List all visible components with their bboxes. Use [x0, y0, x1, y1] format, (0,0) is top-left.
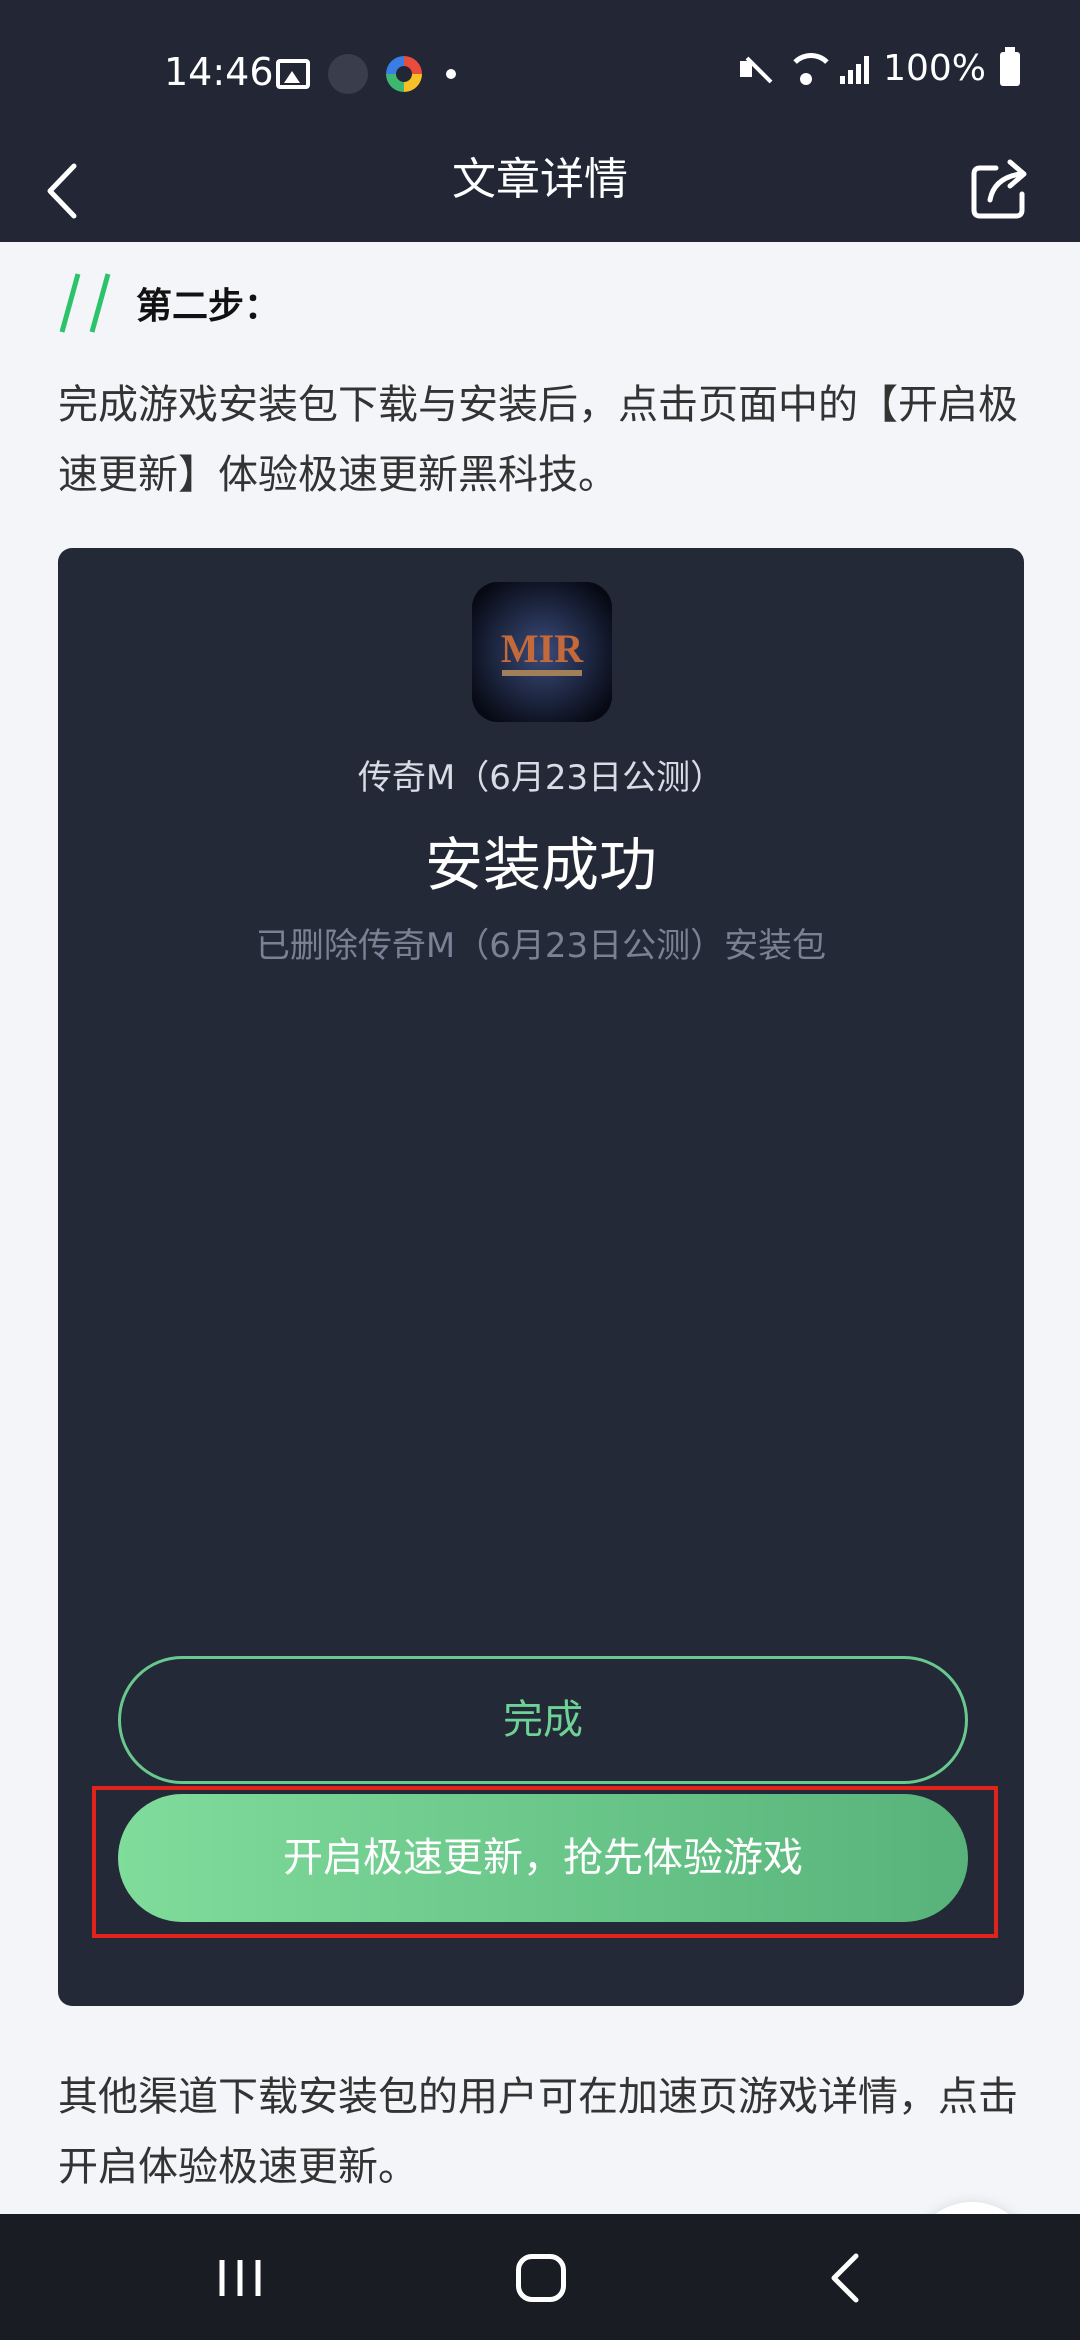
battery-icon [1000, 46, 1020, 86]
system-nav-bar [0, 2214, 1080, 2340]
more-notifications-icon [446, 69, 456, 79]
app-notification-icon [328, 54, 368, 94]
status-time: 14:46 [164, 50, 274, 94]
screenshot-card: MIR 传奇M（6月23日公测） 安装成功 已删除传奇M（6月23日公测）安装包… [58, 548, 1024, 2006]
done-button[interactable]: 完成 [118, 1656, 968, 1784]
home-icon[interactable] [516, 2254, 566, 2302]
color-app-icon [386, 56, 422, 92]
share-icon[interactable] [966, 154, 1036, 224]
paragraph-1: 完成游戏安装包下载与安装后，点击页面中的【开启极速更新】体验极速更新黑科技。 [58, 382, 1018, 498]
install-success-title: 安装成功 [424, 831, 657, 899]
wifi-icon [786, 52, 837, 85]
game-logo-text: MIR [501, 626, 584, 671]
game-icon: MIR [472, 582, 612, 722]
double-slash-icon [59, 273, 111, 333]
app-header: 文章详情 [0, 150, 1080, 242]
recent-apps-icon[interactable] [216, 2256, 264, 2300]
paragraph-2: 其他渠道下载安装包的用户可在加速页游戏详情，点击开启体验极速更新。 [58, 2074, 1018, 2190]
install-subtitle: 已删除传奇M（6月23日公测）安装包 [255, 926, 827, 966]
step-heading: 第二步： [58, 270, 280, 336]
game-name: 传奇M（6月23日公测） [357, 758, 725, 798]
status-bar: 14:46 100% [0, 0, 1080, 150]
battery-percent: 100% [883, 48, 986, 89]
gallery-icon [276, 59, 310, 89]
page-title: 文章详情 [452, 154, 628, 205]
mute-icon [738, 52, 772, 86]
system-indicators: 100% [738, 46, 1020, 89]
nav-back-icon[interactable] [826, 2252, 866, 2304]
step-title: 第二步： [136, 286, 281, 327]
notification-icons [276, 54, 456, 94]
game-logo-icon: MIR [472, 582, 612, 722]
highlight-box [92, 1786, 998, 1938]
signal-icon [840, 54, 870, 84]
